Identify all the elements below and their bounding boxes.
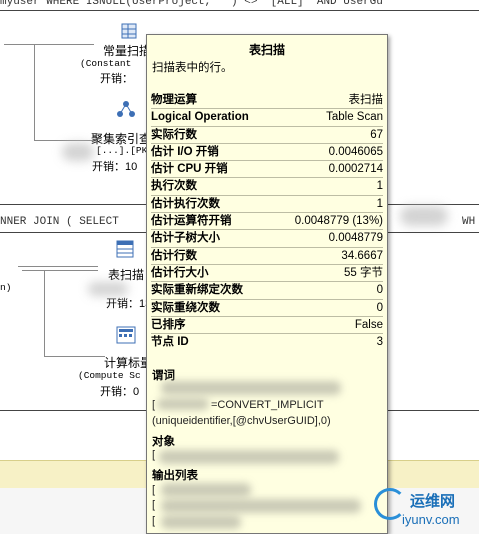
redacted-region: [400, 206, 448, 226]
property-row: 估计运算符开销 0.0048779 (13%): [151, 213, 383, 231]
property-row: 已排序 False: [151, 317, 383, 335]
watermark-url: iyunv.com: [402, 512, 460, 527]
clustered-index-seek-icon[interactable]: [116, 100, 135, 118]
property-row: 实际行数 67: [151, 127, 383, 144]
node-label-table-scan: 表扫描: [108, 268, 145, 282]
predicate-line-1: [: [152, 399, 156, 411]
watermark-cn: 运维网: [410, 493, 456, 510]
node-cost-table-scan: 开销：13: [106, 298, 152, 310]
left-fragment: n): [0, 282, 12, 293]
redacted-region: [161, 381, 341, 395]
node-sub-compute-scalar: (Compute Sc: [78, 370, 141, 381]
node-cost-constant-scan: 开销：: [100, 73, 133, 85]
output-list-heading: 输出列表: [152, 470, 198, 482]
property-row: Logical Operation Table Scan: [151, 109, 383, 127]
tooltip-properties: 物理运算 表扫描 Logical Operation Table Scan 实际行数…: [151, 92, 383, 351]
output-line: [: [152, 499, 156, 511]
query-text-2-tail: WH: [462, 216, 476, 228]
property-row: 执行次数 1: [151, 178, 383, 196]
separator-top: [0, 10, 479, 11]
property-row: 估计行大小 55 字节: [151, 265, 383, 283]
constant-scan-icon[interactable]: [120, 22, 138, 40]
tooltip-title: 表扫描: [248, 43, 285, 57]
node-sub-clustered-index: [...].[PK_: [96, 145, 154, 156]
query-text-1: myuser WHERE ISNULL(UserProject, '') <> …: [0, 0, 383, 8]
output-line: [: [152, 484, 156, 496]
property-row: 估计行数 34.6667: [151, 248, 383, 265]
query-text-2: NNER JOIN ( SELECT: [0, 216, 119, 228]
redacted-region: [157, 398, 209, 410]
redacted-region: [159, 450, 339, 464]
property-row: 估计子树大小 0.0048779: [151, 230, 383, 248]
node-sub-constant-scan: (Constant: [80, 58, 132, 69]
property-row: 估计 CPU 开销 0.0002714: [151, 161, 383, 179]
property-row: 节点 ID 3: [151, 336, 383, 349]
tooltip-description: 扫描表中的行。: [152, 62, 233, 74]
predicate-line-2: (uniqueidentifier,[@chvUserGUID],0): [152, 415, 331, 427]
property-row: 物理运算 表扫描: [151, 92, 383, 110]
property-row: 实际重绕次数 0: [151, 300, 383, 317]
redacted-region: [161, 499, 361, 513]
object-line: [: [152, 449, 156, 461]
node-label-constant-scan: 常量扫描: [103, 44, 152, 58]
output-line: [: [152, 515, 156, 527]
node-label-compute-scalar: 计算标量: [104, 356, 153, 370]
predicate-line-1-tail: =CONVERT_IMPLICIT: [211, 399, 324, 411]
redacted-region: [62, 143, 94, 161]
watermark-logo: 运维网 iyunv.com: [372, 484, 479, 534]
redacted-region: [161, 483, 251, 497]
redacted-region: [161, 515, 241, 529]
node-cost-clustered-index: 开销：10: [92, 161, 138, 173]
operator-tooltip: 表扫描 扫描表中的行。 物理运算 表扫描 Logical Operation Tab…: [146, 34, 388, 534]
property-row: 估计 I/O 开销 0.0046065: [151, 144, 383, 162]
property-row: 实际重新绑定次数 0: [151, 282, 383, 300]
compute-scalar-icon[interactable]: [116, 326, 136, 344]
node-cost-compute-scalar: 开销：0: [100, 386, 140, 398]
property-row: 估计执行次数 1: [151, 196, 383, 214]
connector: [18, 266, 98, 267]
object-heading: 对象: [152, 436, 175, 448]
table-scan-icon[interactable]: [116, 240, 134, 258]
redacted-region: [88, 282, 128, 296]
